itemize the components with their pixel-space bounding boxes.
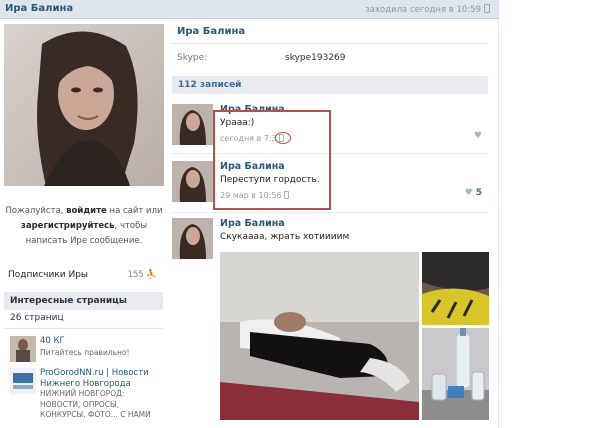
page-avatar <box>10 336 36 362</box>
like-button[interactable]: ♥ <box>474 131 482 141</box>
interesting-pages-title[interactable]: Интересные страницы <box>4 292 163 310</box>
posts-count-bar[interactable]: 112 записей <box>172 76 488 94</box>
like-button[interactable]: ♥ 5 <box>465 188 482 198</box>
skype-label: Skype: <box>177 53 208 63</box>
mobile-icon <box>484 4 490 13</box>
top-bar: Ира Балина заходила сегодня в 10:59 <box>0 0 498 19</box>
heart-icon: ♥ <box>473 131 482 141</box>
online-status: заходила сегодня в 10:59 <box>365 4 490 15</box>
post-photo[interactable] <box>422 328 489 420</box>
post-text: Скукаааа, жрать хотиииим <box>220 232 350 242</box>
subscribers-icon: ⛹ <box>146 270 157 280</box>
subscribers-count: 155 ⛹ <box>127 270 157 280</box>
highlight-box <box>213 110 331 210</box>
post-author[interactable]: Ира Балина <box>220 218 285 229</box>
interesting-pages-count[interactable]: 26 страниц <box>4 310 163 329</box>
post-avatar[interactable] <box>172 104 213 145</box>
subscribers-row[interactable]: Подписчики Иры 155 ⛹ <box>8 270 163 284</box>
post-avatar[interactable] <box>172 161 213 202</box>
like-count: 5 <box>475 188 482 198</box>
login-prompt: Пожалуйста, войдите на сайт или зарегист… <box>5 206 163 246</box>
page-avatar <box>10 368 36 394</box>
register-link[interactable]: зарегистрируйтесь <box>21 221 115 231</box>
login-link[interactable]: войдите <box>66 206 107 216</box>
wall-post: Ира Балина Скукаааа, жрать хотиииим <box>172 218 488 259</box>
skype-value: skype193269 <box>285 53 346 63</box>
post-avatar[interactable] <box>172 218 213 259</box>
subscribers-label: Подписчики Иры <box>8 270 89 280</box>
page-right-border <box>498 0 499 428</box>
profile-photo[interactable] <box>4 24 164 186</box>
post-photo[interactable] <box>422 252 489 325</box>
divider <box>172 212 488 213</box>
divider <box>172 43 488 44</box>
highlight-oval <box>275 132 291 144</box>
header-name[interactable]: Ира Балина <box>5 3 73 14</box>
interesting-pages-box: Интересные страницы 26 страниц <box>4 292 163 329</box>
post-photo[interactable] <box>220 252 419 420</box>
profile-name: Ира Балина <box>177 26 246 37</box>
posts-count: 112 записей <box>178 80 242 90</box>
interesting-page-item[interactable]: ProGorodNN.ru | Новости Нижнего Новгород… <box>4 368 163 419</box>
heart-icon: ♥ <box>464 188 473 198</box>
interesting-page-item[interactable]: 40 КГ Питайтесь правильно! <box>4 336 163 364</box>
